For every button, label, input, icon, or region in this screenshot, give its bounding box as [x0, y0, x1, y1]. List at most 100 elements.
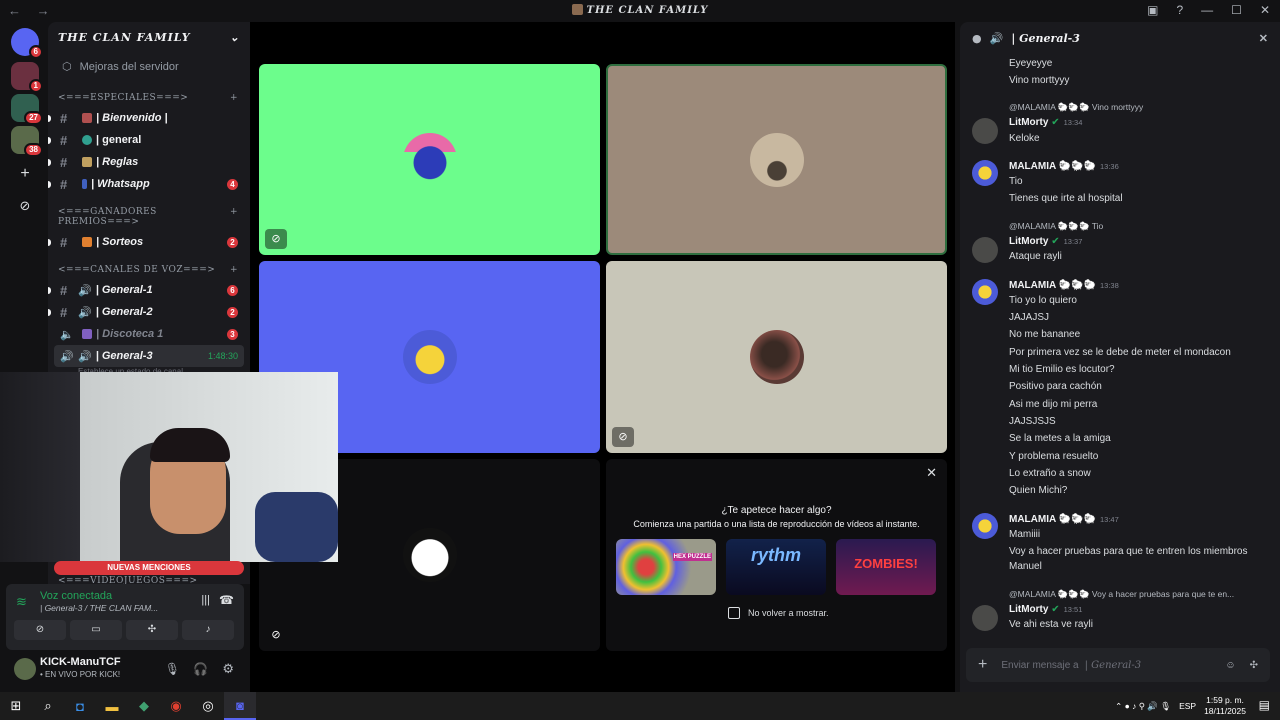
- avatar[interactable]: [972, 279, 998, 305]
- message-author[interactable]: MALAMIA 🐑🐑🐑 13:36: [1009, 161, 1119, 172]
- author-name: MALAMIA 🐑🐑🐑: [1009, 280, 1096, 291]
- author-name: LitMorty: [1009, 604, 1049, 615]
- muted-icon: ⊘: [271, 629, 281, 641]
- reply-preview[interactable]: @MALAMIA 🐑🐑🐑 Tio: [1009, 221, 1103, 232]
- message-author[interactable]: LitMorty ✔ 13:34: [1009, 117, 1082, 128]
- channel-general[interactable]: # | general: [48, 129, 244, 151]
- message-text: Tio yo lo quiero: [1009, 295, 1077, 306]
- activities-button[interactable]: ✣: [126, 620, 178, 640]
- dont-show-checkbox[interactable]: No volver a mostrar.: [728, 607, 829, 619]
- activity-card-rythm[interactable]: rythm: [726, 539, 826, 595]
- message-author[interactable]: LitMorty ✔ 13:37: [1009, 236, 1082, 247]
- guild-badge: 6: [28, 45, 43, 59]
- maximize-button[interactable]: ☐: [1231, 3, 1242, 17]
- message-author[interactable]: MALAMIA 🐑🐑🐑 13:47: [1009, 514, 1119, 525]
- add-channel-icon[interactable]: +: [230, 207, 238, 227]
- channel-discoteca-1[interactable]: 🔈 | Discoteca 1 3: [54, 323, 244, 345]
- message-author[interactable]: MALAMIA 🐑🐑🐑 13:38: [1009, 280, 1119, 291]
- add-channel-icon[interactable]: +: [230, 93, 238, 103]
- channel-whatsapp[interactable]: # | Whatsapp 4: [48, 173, 244, 195]
- channel-general-1[interactable]: # 🔊 | General-1 6: [48, 279, 244, 301]
- apps-icon[interactable]: ✣: [1250, 660, 1258, 671]
- user-name[interactable]: KICK-ManuTCF: [40, 656, 121, 668]
- screen-share-button[interactable]: ▭: [70, 620, 122, 640]
- settings-gear-icon[interactable]: ⚙: [222, 661, 234, 677]
- channel-sorteos[interactable]: # | Sorteos 2: [48, 231, 244, 253]
- guild-server-1[interactable]: 1: [11, 62, 43, 93]
- file-explorer-icon[interactable]: ▬: [96, 692, 128, 720]
- scroll-icon: [82, 157, 92, 167]
- activity-card-zombies[interactable]: ZOMBIES!: [836, 539, 936, 595]
- participant-tile-speaking[interactable]: [606, 64, 947, 255]
- obs-icon[interactable]: ◎: [192, 692, 224, 720]
- outlook-icon[interactable]: ◘: [64, 692, 96, 720]
- channel-general-3[interactable]: 🔊 🔊 | General-3 1:48:30: [54, 345, 244, 367]
- tray-icons[interactable]: ⌃ ● ♪ ⚲ 🔊 🎙: [1115, 701, 1171, 712]
- message-time: 13:34: [1063, 118, 1083, 127]
- noise-suppression-icon[interactable]: |||: [201, 594, 210, 606]
- notifications-icon[interactable]: ▤: [1259, 698, 1270, 712]
- avatar[interactable]: [972, 237, 998, 263]
- language-indicator[interactable]: ESP: [1179, 701, 1196, 711]
- activity-card-hex-puzzle[interactable]: HEX PUZZLE: [616, 539, 716, 595]
- emoji-icon: [82, 113, 92, 123]
- author-name: MALAMIA 🐑🐑🐑: [1009, 161, 1096, 172]
- participant-tile[interactable]: ⊘: [259, 64, 600, 255]
- signal-icon[interactable]: ≋: [16, 594, 27, 610]
- guild-server-2[interactable]: 27: [11, 94, 43, 125]
- category-especiales[interactable]: <===ESPECIALES===> +: [48, 93, 250, 103]
- search-icon[interactable]: ⌕: [32, 692, 64, 720]
- emoji-picker-icon[interactable]: ☺: [1225, 660, 1235, 671]
- add-attachment-icon[interactable]: +: [978, 656, 987, 674]
- avatar[interactable]: [972, 605, 998, 631]
- avatar[interactable]: [972, 118, 998, 144]
- close-icon[interactable]: ✕: [926, 465, 937, 481]
- soundboard-button[interactable]: ♪: [182, 620, 234, 640]
- speaker-active-icon: 🔊: [60, 350, 74, 363]
- reply-preview[interactable]: @MALAMIA 🐑🐑🐑 Vino morttyyy: [1009, 102, 1143, 113]
- category-label: <===CANALES DE VOZ===>: [58, 265, 216, 275]
- clock[interactable]: 1:59 p. m. 18/11/2025: [1204, 695, 1246, 717]
- category-videojuegos[interactable]: <===VIDEOJUEGOS===>: [48, 576, 250, 584]
- camera-off-button[interactable]: ⊘: [14, 620, 66, 640]
- voice-status[interactable]: Voz conectada: [40, 590, 112, 602]
- close-chat-icon[interactable]: ✕: [1259, 32, 1268, 45]
- channel-general-2[interactable]: # 🔊 | General-2 2: [48, 301, 244, 323]
- discord-taskbar-icon[interactable]: ◙: [224, 692, 256, 720]
- server-boost[interactable]: ⬡ Mejoras del servidor: [48, 54, 250, 79]
- add-server-icon[interactable]: +: [11, 160, 39, 188]
- message-input[interactable]: + Enviar mensaje a | General-3 ☺ ✣: [966, 648, 1270, 682]
- help-icon[interactable]: ?: [1176, 3, 1183, 17]
- chrome-icon[interactable]: ◉: [160, 692, 192, 720]
- close-window-button[interactable]: ✕: [1260, 3, 1270, 17]
- participant-tile[interactable]: ⊘: [606, 261, 947, 453]
- system-tray: ⌃ ● ♪ ⚲ 🔊 🎙 ESP 1:59 p. m. 18/11/2025: [1115, 692, 1246, 720]
- guild-server-3[interactable]: 38: [11, 126, 43, 157]
- new-mentions-button[interactable]: NUEVAS MENCIONES: [54, 561, 244, 575]
- disconnect-icon[interactable]: ☎: [219, 593, 234, 607]
- start-icon[interactable]: ⊞: [0, 692, 32, 720]
- discord-home-icon[interactable]: 6: [11, 28, 43, 59]
- pillow: [255, 492, 338, 562]
- headphones-icon[interactable]: 🎧: [193, 662, 208, 676]
- minimize-button[interactable]: —: [1201, 3, 1213, 17]
- category-voz[interactable]: <===CANALES DE VOZ===> +: [48, 265, 250, 275]
- voice-text-chat: ● 🔊 | General-3 ✕ Eyeyeyye Vino morttyyy…: [960, 22, 1280, 692]
- channel-bienvenido[interactable]: # | Bienvenido |: [48, 107, 244, 129]
- channel-reglas[interactable]: # | Reglas: [48, 151, 244, 173]
- avatar[interactable]: [14, 658, 36, 680]
- avatar[interactable]: [972, 513, 998, 539]
- message-text: Lo extraño a snow: [1009, 468, 1091, 479]
- server-header[interactable]: THE CLAN FAMILY ⌄: [48, 22, 250, 54]
- app-icon[interactable]: ◆: [128, 692, 160, 720]
- add-channel-icon[interactable]: +: [230, 265, 238, 275]
- category-ganadores[interactable]: <===GANADORES PREMIOS===> +: [48, 207, 250, 227]
- message-text: Asi me dijo mi perra: [1009, 399, 1098, 410]
- message-author[interactable]: LitMorty ✔ 13:51: [1009, 604, 1082, 615]
- voice-channel-link[interactable]: | General-3 / THE CLAN FAM...: [40, 603, 158, 613]
- avatar[interactable]: [972, 160, 998, 186]
- inbox-icon[interactable]: ▣: [1147, 3, 1158, 17]
- reply-preview[interactable]: @MALAMIA 🐑🐑🐑 Voy a hacer pruebas para qu…: [1009, 589, 1234, 600]
- discover-icon[interactable]: ⊘: [11, 192, 39, 220]
- microphone-icon[interactable]: 🎙: [165, 662, 180, 676]
